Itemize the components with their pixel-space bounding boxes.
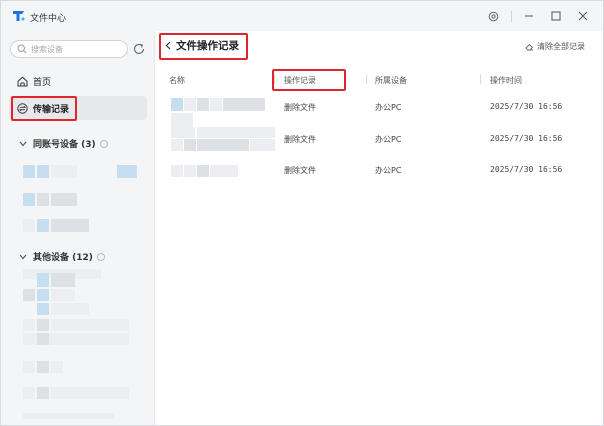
device-item-blurred[interactable]: [23, 289, 35, 301]
refresh-icon[interactable]: [132, 42, 146, 56]
back-button[interactable]: 文件操作记录: [165, 38, 239, 53]
chevron-down-icon: [19, 254, 27, 259]
file-name-blurred: [171, 165, 183, 177]
transfer-record-icon: [17, 102, 28, 114]
info-icon: [96, 252, 105, 261]
maximize-icon: [551, 11, 561, 21]
file-name-blurred: [171, 113, 193, 127]
title-bar: 文件中心: [1, 1, 603, 31]
column-header-time[interactable]: 操作时间: [490, 75, 522, 86]
column-header-name[interactable]: 名称: [169, 75, 185, 86]
row-device: 办公PC: [375, 135, 402, 144]
search-icon: [17, 44, 27, 54]
device-item-blurred[interactable]: [23, 319, 35, 331]
device-item-blurred[interactable]: [23, 361, 35, 373]
device-item-blurred[interactable]: [23, 219, 35, 232]
clear-all-records-label: 清除全部记录: [537, 42, 585, 51]
group-other-devices-label: 其他设备 (12): [33, 253, 93, 263]
group-other-devices[interactable]: 其他设备 (12): [19, 250, 105, 263]
maximize-button[interactable]: [548, 8, 564, 24]
device-item-blurred: [51, 361, 63, 373]
file-name-blurred: [171, 139, 183, 151]
nav-item-home[interactable]: 首页: [9, 69, 147, 93]
device-item-blurred: [37, 319, 49, 331]
minimize-button[interactable]: [521, 8, 537, 24]
file-name-blurred: [250, 139, 275, 151]
minimize-icon: [525, 15, 533, 17]
file-name-blurred: [210, 165, 238, 177]
column-divider: [480, 74, 481, 84]
file-name-blurred: [184, 139, 196, 151]
nav-item-transfer-record[interactable]: 传输记录: [9, 96, 147, 120]
device-item-blurred: [37, 165, 49, 178]
row-time: 2025/7/30 16:56: [490, 102, 563, 111]
device-item-blurred[interactable]: [23, 193, 35, 206]
column-divider: [366, 74, 367, 84]
row-device: 办公PC: [375, 103, 402, 112]
row-action: 删除文件: [284, 103, 316, 112]
nav-item-transfer-record-label: 传输记录: [33, 104, 70, 115]
file-name-blurred: [197, 139, 249, 151]
info-icon: [99, 139, 108, 148]
file-name-blurred: [223, 98, 265, 111]
device-item-blurred: [117, 165, 137, 178]
eraser-icon: [525, 43, 534, 51]
device-item-blurred: [51, 273, 75, 287]
nav-item-home-label: 首页: [33, 77, 52, 88]
file-name-blurred: [197, 98, 209, 111]
app-window: 文件中心 搜索设备 首页 传输记录 同账号设备 (3) 其他设备 (12) 文件…: [0, 0, 604, 426]
close-button[interactable]: [575, 8, 591, 24]
row-time: 2025/7/30 16:56: [490, 134, 563, 143]
device-item-blurred: [51, 303, 89, 315]
home-icon: [17, 76, 28, 86]
file-name-blurred: [171, 127, 195, 138]
device-item-blurred: [37, 289, 49, 301]
settings-icon: [488, 11, 498, 21]
column-header-device[interactable]: 所属设备: [375, 75, 407, 86]
search-input[interactable]: [31, 42, 123, 56]
group-same-account-label: 同账号设备 (3): [33, 140, 96, 150]
row-action: 删除文件: [284, 135, 316, 144]
row-device: 办公PC: [375, 166, 402, 175]
device-item-blurred: [37, 333, 49, 345]
device-item-blurred: [51, 219, 89, 232]
device-item-blurred: [51, 165, 77, 178]
group-same-account-devices[interactable]: 同账号设备 (3): [19, 137, 108, 150]
file-name-blurred: [184, 165, 196, 177]
chevron-down-icon: [19, 141, 27, 146]
app-logo-icon: [13, 11, 25, 21]
app-title: 文件中心: [30, 14, 67, 24]
device-item-blurred: [37, 303, 49, 315]
device-item-blurred[interactable]: [23, 165, 35, 178]
device-item-blurred: [51, 319, 129, 331]
device-item-blurred: [51, 289, 75, 301]
file-name-blurred: [197, 165, 209, 177]
file-name-blurred: [197, 127, 275, 138]
title-divider: [511, 11, 512, 22]
settings-button[interactable]: [485, 8, 501, 24]
column-header-action[interactable]: 操作记录: [284, 75, 316, 86]
device-item-blurred: [37, 193, 49, 206]
search-box[interactable]: [10, 40, 128, 58]
device-item-blurred: [51, 193, 77, 206]
file-name-blurred: [210, 98, 222, 111]
device-item-blurred: [37, 387, 49, 399]
clear-all-records-button[interactable]: 清除全部记录: [525, 41, 585, 52]
sidebar: 首页 传输记录 同账号设备 (3) 其他设备 (12): [1, 31, 155, 425]
file-name-blurred: [171, 98, 183, 111]
close-icon: [578, 11, 588, 21]
chevron-left-icon: [165, 41, 171, 50]
row-time: 2025/7/30 16:56: [490, 165, 563, 174]
device-item-blurred: [37, 361, 49, 373]
device-item-blurred[interactable]: [37, 273, 49, 287]
page-title: 文件操作记录: [176, 40, 239, 52]
device-item-blurred: [37, 219, 49, 232]
row-action: 删除文件: [284, 166, 316, 175]
device-item-blurred: [51, 387, 129, 399]
file-name-blurred: [184, 98, 196, 111]
device-item-blurred: [23, 413, 115, 419]
column-divider: [274, 74, 275, 84]
device-item-blurred[interactable]: [23, 387, 35, 399]
